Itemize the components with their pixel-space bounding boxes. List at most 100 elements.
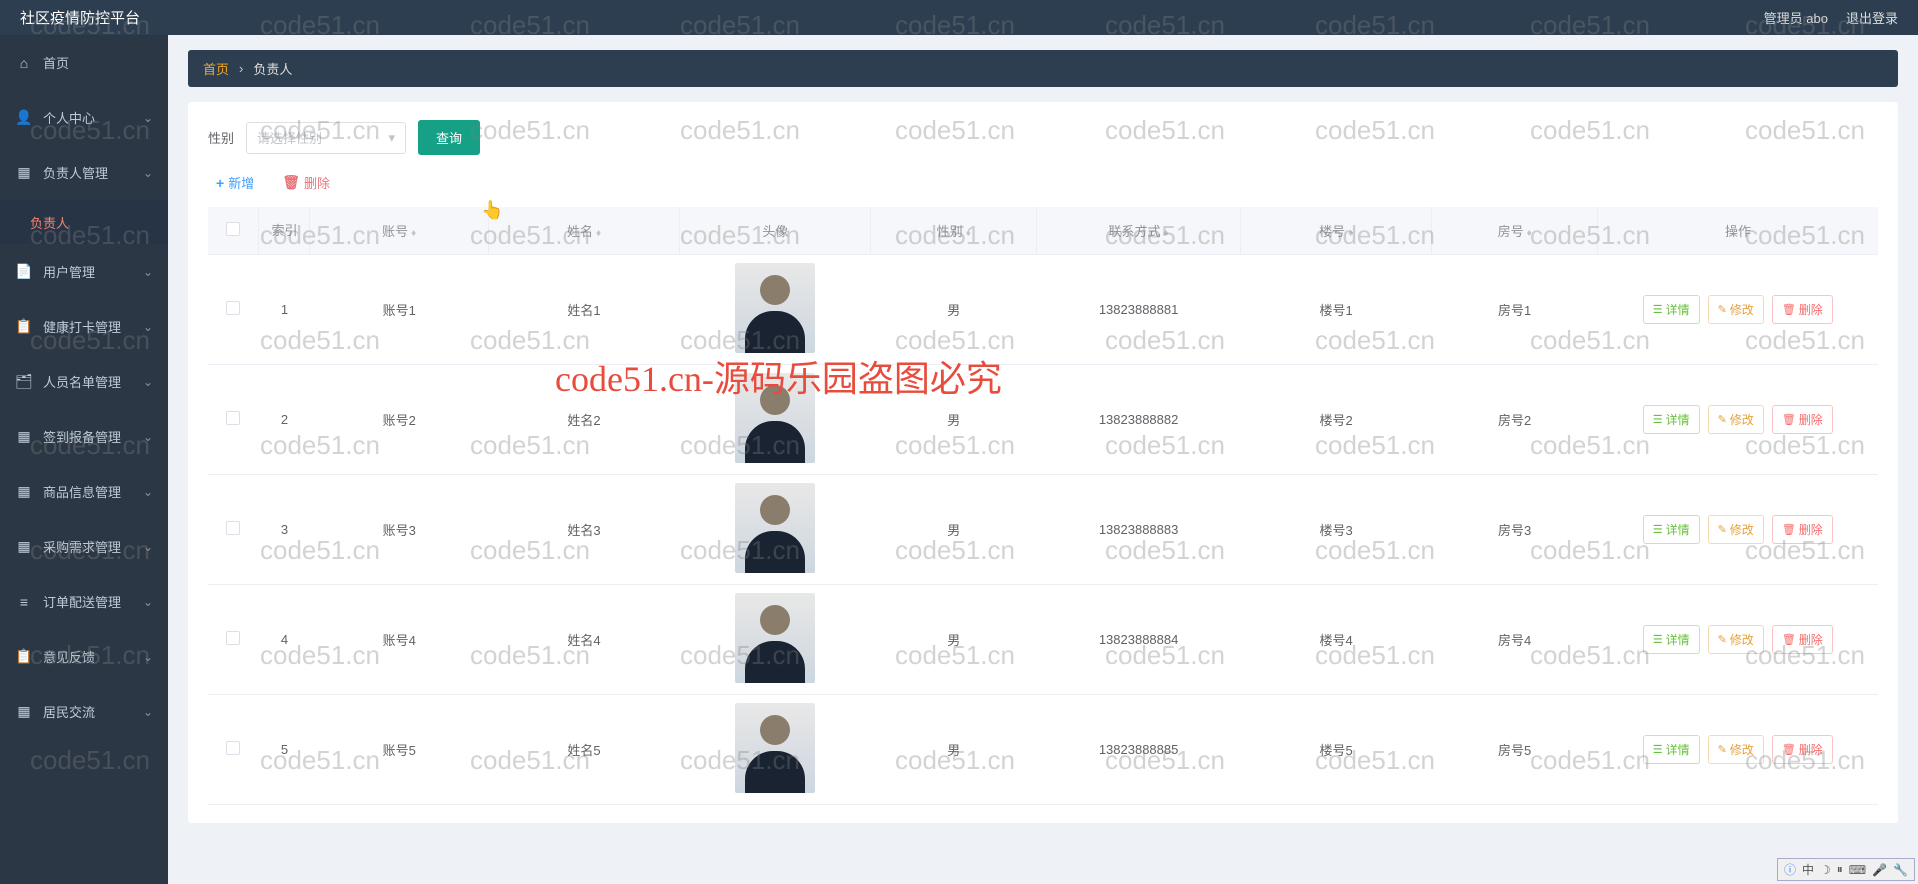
col-account[interactable]: 账号♦ (310, 207, 488, 255)
query-button[interactable]: 查询 (418, 120, 480, 155)
edit-button[interactable]: ✎修改 (1708, 295, 1764, 324)
sidebar-label: 采购需求管理 (43, 537, 121, 556)
edit-button[interactable]: ✎修改 (1708, 515, 1764, 544)
col-room[interactable]: 房号♦ (1432, 207, 1598, 255)
row-checkbox[interactable] (226, 301, 240, 315)
delete-button[interactable]: 🗑 删除 (282, 173, 330, 192)
admin-link[interactable]: 管理员 abo (1764, 8, 1828, 27)
row-delete-button[interactable]: 🗑删除 (1772, 735, 1833, 764)
detail-button[interactable]: ☰详情 (1643, 735, 1700, 764)
breadcrumb-home[interactable]: 首页 (203, 59, 229, 78)
row-checkbox[interactable] (226, 741, 240, 755)
action-row: + 新增 🗑 删除 (208, 173, 1878, 192)
sidebar-item-7[interactable]: ▦签到报备管理⌄ (0, 409, 168, 464)
avatar-image[interactable] (735, 483, 815, 573)
cell-phone: 13823888882 (1037, 365, 1241, 475)
cell-index: 5 (259, 695, 310, 805)
info-icon: ☰ (1653, 303, 1663, 316)
info-icon[interactable]: ⓘ (1784, 861, 1796, 878)
col-building[interactable]: 楼号♦ (1241, 207, 1432, 255)
row-delete-button[interactable]: 🗑删除 (1772, 295, 1833, 324)
edit-button[interactable]: ✎修改 (1708, 405, 1764, 434)
header-right: 管理员 abo 退出登录 (1764, 8, 1898, 27)
add-label: 新增 (228, 173, 254, 192)
cell-ops: ☰详情 ✎修改 🗑删除 (1598, 475, 1879, 585)
cell-index: 1 (259, 255, 310, 365)
row-checkbox[interactable] (226, 521, 240, 535)
row-checkbox[interactable] (226, 631, 240, 645)
row-delete-button[interactable]: 🗑删除 (1772, 625, 1833, 654)
cell-avatar (680, 585, 871, 695)
pause-icon[interactable]: ⏸ (1837, 862, 1843, 877)
detail-button[interactable]: ☰详情 (1643, 515, 1700, 544)
cell-phone: 13823888885 (1037, 695, 1241, 805)
row-checkbox[interactable] (226, 411, 240, 425)
detail-button[interactable]: ☰详情 (1643, 295, 1700, 324)
sidebar-item-4[interactable]: 📄用户管理⌄ (0, 244, 168, 299)
sidebar-item-9[interactable]: ▦采购需求管理⌄ (0, 519, 168, 574)
cell-building: 楼号4 (1241, 585, 1432, 695)
avatar-image[interactable] (735, 373, 815, 463)
cell-ops: ☰详情 ✎修改 🗑删除 (1598, 255, 1879, 365)
chevron-down-icon: ⌄ (143, 265, 153, 279)
detail-button[interactable]: ☰详情 (1643, 405, 1700, 434)
sidebar-item-6[interactable]: 🗂人员名单管理⌄ (0, 354, 168, 409)
edit-icon: ✎ (1718, 743, 1727, 756)
checkbox-all[interactable] (226, 222, 240, 236)
trash-icon: 🗑 (1782, 303, 1796, 316)
cell-name: 姓名5 (488, 695, 679, 805)
col-phone[interactable]: 联系方式♦ (1037, 207, 1241, 255)
cell-room: 房号2 (1432, 365, 1598, 475)
moon-icon[interactable]: ☽ (1820, 863, 1831, 877)
keyboard-icon[interactable]: ⌨ (1849, 863, 1866, 877)
ime-indicator[interactable]: 中 (1802, 861, 1814, 878)
chevron-down-icon: ⌄ (143, 540, 153, 554)
detail-button[interactable]: ☰详情 (1643, 625, 1700, 654)
cell-index: 4 (259, 585, 310, 695)
mic-icon[interactable]: 🎤 (1872, 863, 1887, 877)
sidebar-item-12[interactable]: ▦居民交流⌄ (0, 684, 168, 739)
edit-button[interactable]: ✎修改 (1708, 625, 1764, 654)
sort-icon: ♦ (1527, 228, 1532, 239)
sidebar-item-8[interactable]: ▦商品信息管理⌄ (0, 464, 168, 519)
sidebar-item-1[interactable]: 👤个人中心⌄ (0, 90, 168, 145)
col-index[interactable]: 索引 (259, 207, 310, 255)
col-name[interactable]: 姓名♦ (488, 207, 679, 255)
gender-select[interactable]: 请选择性别 ▾ (246, 122, 406, 154)
user-icon: 👤 (15, 109, 33, 126)
sidebar-item-10[interactable]: ≡订单配送管理⌄ (0, 574, 168, 629)
cell-room: 房号3 (1432, 475, 1598, 585)
chevron-down-icon: ⌄ (143, 595, 153, 609)
sidebar-item-2[interactable]: ▦负责人管理⌄ (0, 145, 168, 200)
cell-room: 房号4 (1432, 585, 1598, 695)
chevron-down-icon: ⌄ (143, 166, 153, 180)
card-icon: 🗂 (15, 373, 33, 390)
sidebar-item-11[interactable]: 📋意见反馈⌄ (0, 629, 168, 684)
row-delete-button[interactable]: 🗑删除 (1772, 515, 1833, 544)
logout-link[interactable]: 退出登录 (1846, 8, 1898, 27)
sidebar-item-0[interactable]: ⌂首页 (0, 35, 168, 90)
cell-building: 楼号2 (1241, 365, 1432, 475)
list-icon: ≡ (15, 594, 33, 610)
row-delete-button[interactable]: 🗑删除 (1772, 405, 1833, 434)
sort-icon: ♦ (966, 228, 971, 239)
sidebar-label: 健康打卡管理 (43, 317, 121, 336)
edit-button[interactable]: ✎修改 (1708, 735, 1764, 764)
sidebar-item-5[interactable]: 📋健康打卡管理⌄ (0, 299, 168, 354)
add-button[interactable]: + 新增 (216, 173, 254, 192)
data-table: 索引 账号♦ 姓名♦ 头像 性别♦ 联系方式♦ 楼号♦ 房号♦ 操作 1账号1姓… (208, 207, 1878, 805)
clip-icon: 📋 (15, 648, 33, 665)
chevron-down-icon: ⌄ (143, 111, 153, 125)
avatar-image[interactable] (735, 263, 815, 353)
cell-name: 姓名2 (488, 365, 679, 475)
avatar-image[interactable] (735, 703, 815, 793)
col-sex[interactable]: 性别♦ (871, 207, 1037, 255)
chevron-down-icon: ⌄ (143, 320, 153, 334)
cell-avatar (680, 695, 871, 805)
avatar-image[interactable] (735, 593, 815, 683)
sidebar-item-3[interactable]: 负责人 (0, 200, 168, 244)
edit-icon: ✎ (1718, 303, 1727, 316)
wrench-icon[interactable]: 🔧 (1893, 863, 1908, 877)
info-icon: ☰ (1653, 743, 1663, 756)
chevron-down-icon: ⌄ (143, 375, 153, 389)
